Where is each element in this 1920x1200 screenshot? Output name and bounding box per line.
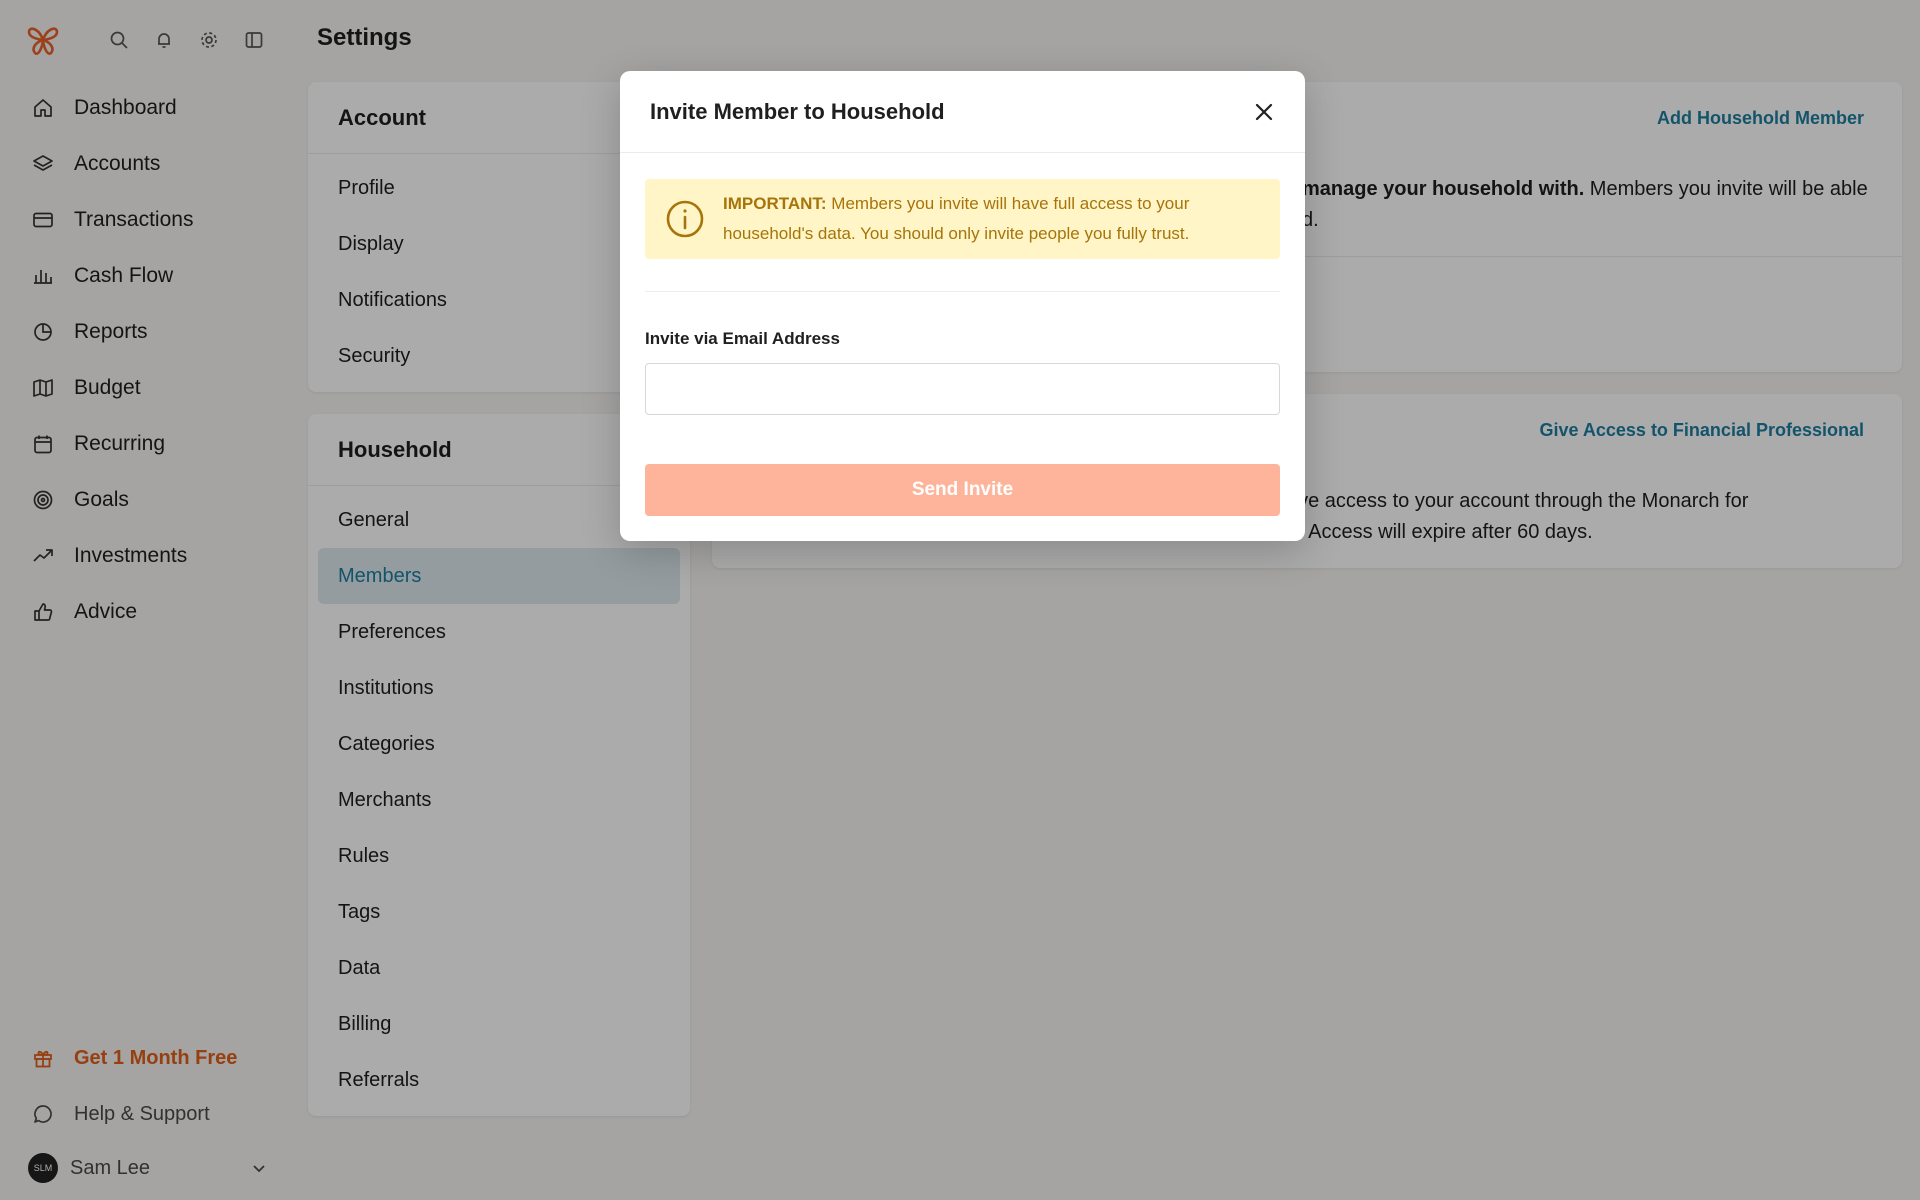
close-icon[interactable] — [1251, 99, 1277, 125]
info-icon — [666, 200, 704, 238]
modal-header: Invite Member to Household — [620, 71, 1305, 153]
warning-line1: Members you invite will have full access… — [826, 194, 1190, 213]
send-invite-button[interactable]: Send Invite — [645, 464, 1280, 516]
warning-text: IMPORTANT: Members you invite will have … — [723, 189, 1189, 249]
email-field-label: Invite via Email Address — [645, 329, 840, 348]
important-warning: IMPORTANT: Members you invite will have … — [645, 179, 1280, 259]
modal-title: Invite Member to Household — [650, 98, 945, 124]
warning-prefix: IMPORTANT: — [723, 194, 827, 213]
warning-line2: household's data. You should only invite… — [723, 224, 1190, 243]
email-field[interactable] — [645, 363, 1280, 415]
invite-member-modal: Invite Member to Household IMPORTANT: Me… — [620, 71, 1305, 541]
modal-divider — [645, 291, 1280, 292]
